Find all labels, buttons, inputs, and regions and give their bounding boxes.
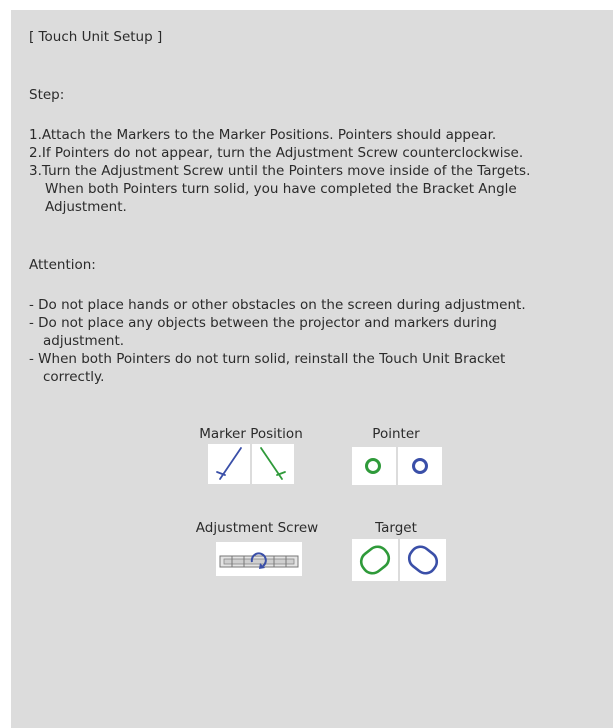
attention-heading: Attention: (29, 257, 96, 273)
target-green-icon (352, 539, 398, 581)
step-3-continued-2: Adjustment. (45, 199, 127, 215)
attention-2-continued: adjustment. (43, 333, 125, 349)
target-label: Target (375, 520, 417, 536)
step-heading: Step: (29, 87, 65, 103)
pointer-green-icon (352, 447, 396, 485)
step-2: 2.If Pointers do not appear, turn the Ad… (29, 145, 524, 161)
touch-unit-setup-panel: [ Touch Unit Setup ] Step: 1.Attach the … (11, 10, 613, 728)
pointer-blue-icon (398, 447, 442, 485)
step-3-continued: When both Pointers turn solid, you have … (45, 181, 517, 197)
step-3: 3.Turn the Adjustment Screw until the Po… (29, 163, 531, 179)
marker-position-label: Marker Position (199, 426, 303, 442)
attention-3-continued: correctly. (43, 369, 105, 385)
attention-list: - Do not place hands or other obstacles … (29, 296, 526, 386)
pointer-label: Pointer (372, 426, 420, 442)
marker-blue-icon (208, 444, 250, 484)
attention-2: - Do not place any objects between the p… (29, 315, 497, 331)
target-blue-icon (400, 539, 446, 581)
steps-list: 1.Attach the Markers to the Marker Posit… (29, 126, 530, 216)
marker-green-icon (252, 444, 294, 484)
adjustment-screw-label: Adjustment Screw (195, 520, 319, 536)
attention-1: - Do not place hands or other obstacles … (29, 297, 526, 313)
step-1: 1.Attach the Markers to the Marker Posit… (29, 127, 497, 143)
page-title: [ Touch Unit Setup ] (29, 29, 163, 45)
attention-3: - When both Pointers do not turn solid, … (29, 351, 506, 367)
adjustment-screw-icon (216, 542, 302, 576)
